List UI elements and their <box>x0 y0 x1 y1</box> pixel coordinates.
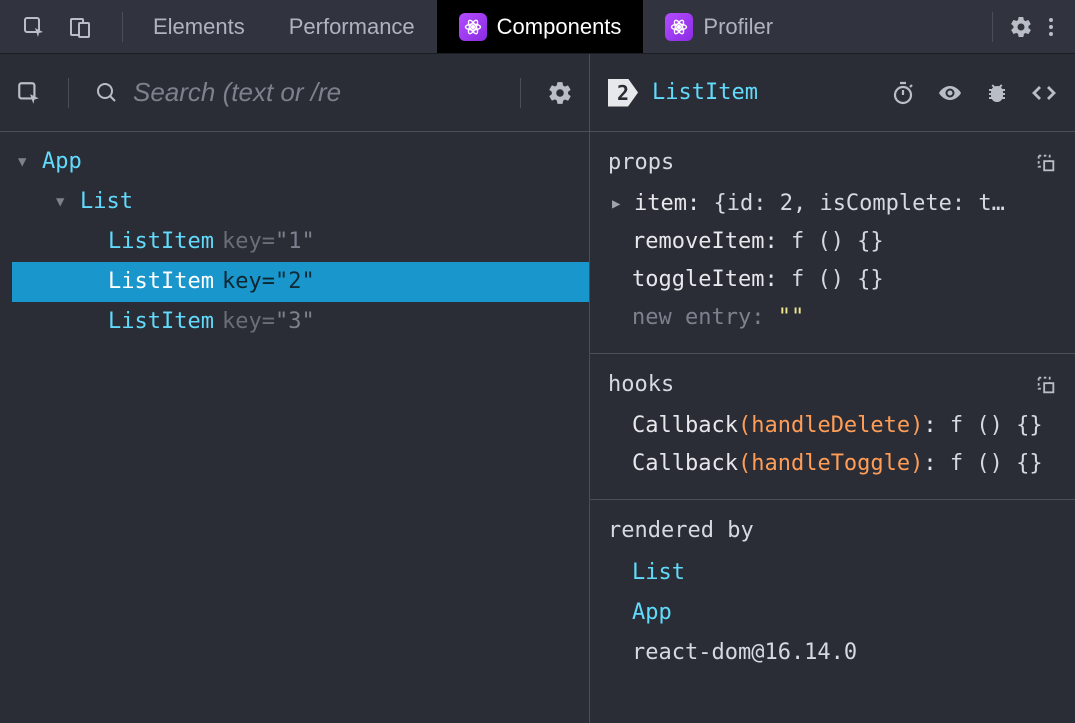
attr: key="3" <box>222 302 315 342</box>
divider <box>992 12 993 42</box>
section-title: hooks <box>608 372 674 397</box>
prop-row-toggleitem[interactable]: toggleItem: f () {} <box>608 261 1057 299</box>
section-hooks: hooks Callback(handleDelete): f () {} Ca… <box>590 354 1075 500</box>
hook-row[interactable]: Callback(handleDelete): f () {} <box>608 407 1057 445</box>
react-atom-icon <box>459 13 487 41</box>
tree-row-listitem[interactable]: ListItem key="1" <box>12 222 589 262</box>
section-props: props ▶ item: {id: 2, isComplete: t… rem… <box>590 132 1075 354</box>
tree-row-listitem[interactable]: ListItem key="3" <box>12 302 589 342</box>
tab-label: Profiler <box>703 14 773 40</box>
caret-right-icon[interactable]: ▶ <box>612 185 628 223</box>
detail-tools <box>891 81 1057 105</box>
search-field-wrap <box>95 77 494 108</box>
tab-label: Elements <box>153 14 245 40</box>
prop-row-removeitem[interactable]: removeItem: f () {} <box>608 223 1057 261</box>
tree-row-list[interactable]: ▼ List <box>12 182 589 222</box>
divider <box>520 78 521 108</box>
bug-icon[interactable] <box>985 81 1009 105</box>
detail-title: ListItem <box>652 80 758 105</box>
prop-row-item[interactable]: ▶ item: {id: 2, isComplete: t… <box>608 185 1057 223</box>
tabbar-trailing <box>984 12 1075 42</box>
rendered-by-list: List App react-dom@16.14.0 <box>608 553 1057 673</box>
device-toolbar-icon[interactable] <box>68 15 92 39</box>
tree-panel: ▼ App ▼ List ListItem key="1" ListItem k… <box>0 54 590 723</box>
main-panel: ▼ App ▼ List ListItem key="1" ListItem k… <box>0 54 1075 723</box>
copy-icon[interactable] <box>1035 374 1057 396</box>
tabbar-leading <box>0 15 114 39</box>
hooks-list: Callback(handleDelete): f () {} Callback… <box>608 407 1057 483</box>
rendered-by-link[interactable]: App <box>632 600 672 625</box>
detail-header: 2 ListItem <box>590 54 1075 132</box>
tab-label: Performance <box>289 14 415 40</box>
component-name: List <box>80 182 133 222</box>
copy-icon[interactable] <box>1035 152 1057 174</box>
inspect-element-icon[interactable] <box>16 80 42 106</box>
hook-row[interactable]: Callback(handleToggle): f () {} <box>608 445 1057 483</box>
props-list: ▶ item: {id: 2, isComplete: t… removeIte… <box>608 185 1057 337</box>
attr: key="2" <box>222 262 315 302</box>
render-count-badge: 2 <box>608 79 638 107</box>
caret-down-icon[interactable]: ▼ <box>18 142 34 182</box>
search-icon <box>95 81 119 105</box>
component-name: ListItem <box>108 222 214 262</box>
search-row <box>0 54 589 132</box>
detail-panel: 2 ListItem props <box>590 54 1075 723</box>
stopwatch-icon[interactable] <box>891 81 915 105</box>
tabs: Elements Performance Components Profiler <box>131 0 795 53</box>
component-tree[interactable]: ▼ App ▼ List ListItem key="1" ListItem k… <box>0 132 589 352</box>
gear-icon[interactable] <box>1009 15 1033 39</box>
rendered-by-link[interactable]: List <box>632 560 685 585</box>
eye-icon[interactable] <box>937 81 963 105</box>
tab-elements[interactable]: Elements <box>131 0 267 53</box>
component-name: ListItem <box>108 302 214 342</box>
gear-icon[interactable] <box>547 80 573 106</box>
view-source-icon[interactable] <box>1031 81 1057 105</box>
tree-row-listitem-selected[interactable]: ListItem key="2" <box>12 262 589 302</box>
section-title: props <box>608 150 674 175</box>
component-name: App <box>42 142 82 182</box>
tab-label: Components <box>497 14 622 40</box>
section-header: rendered by <box>608 518 1057 543</box>
attr: key="1" <box>222 222 315 262</box>
section-header: props <box>608 150 1057 175</box>
kebab-menu-icon[interactable] <box>1041 15 1061 39</box>
tab-performance[interactable]: Performance <box>267 0 437 53</box>
tab-profiler[interactable]: Profiler <box>643 0 795 53</box>
rendered-by-lib: react-dom@16.14.0 <box>632 640 857 665</box>
caret-down-icon[interactable]: ▼ <box>56 182 72 222</box>
search-input[interactable] <box>133 77 494 108</box>
inspect-element-icon[interactable] <box>22 15 46 39</box>
tab-components[interactable]: Components <box>437 0 644 53</box>
prop-row-new-entry[interactable]: new entry: "" <box>608 299 1057 337</box>
divider <box>122 12 123 42</box>
tree-row-app[interactable]: ▼ App <box>12 142 589 182</box>
section-rendered-by: rendered by List App react-dom@16.14.0 <box>590 500 1075 689</box>
section-header: hooks <box>608 372 1057 397</box>
component-name: ListItem <box>108 262 214 302</box>
devtools-tabbar: Elements Performance Components Profiler <box>0 0 1075 54</box>
divider <box>68 78 69 108</box>
react-atom-icon <box>665 13 693 41</box>
section-title: rendered by <box>608 518 754 543</box>
